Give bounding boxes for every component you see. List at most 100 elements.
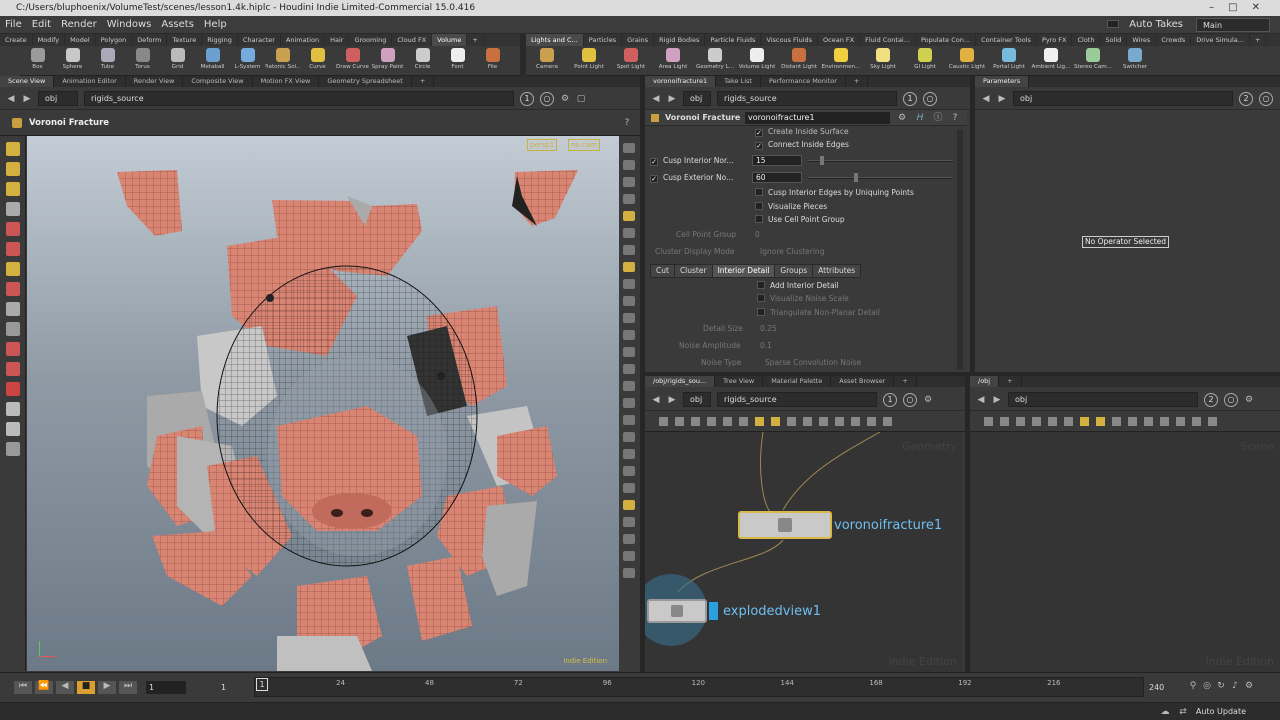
shelf-tab-populate-con[interactable]: Populate Con... xyxy=(916,34,977,46)
cluster-display-menu[interactable]: Ignore Clustering xyxy=(760,247,824,256)
subtab-cluster[interactable]: Cluster xyxy=(673,264,713,278)
network-tool-8-icon[interactable] xyxy=(787,417,796,426)
display-option-4-icon[interactable] xyxy=(623,211,635,221)
viewer-tab-animation-editor[interactable]: Animation Editor xyxy=(54,76,126,87)
network-tab-asset-browser[interactable]: Asset Browser xyxy=(831,376,895,387)
params-pin-icon[interactable]: ○ xyxy=(923,91,937,106)
shelf-tool-point-light[interactable]: Point Light xyxy=(568,46,610,75)
shelf-tab-rigid-bodies[interactable]: Rigid Bodies xyxy=(654,34,706,46)
network-tool-4-icon[interactable] xyxy=(723,417,732,426)
shelf-tab-particles[interactable]: Particles xyxy=(584,34,623,46)
network2-link-number[interactable]: 2 xyxy=(1204,392,1218,407)
viewer-options-icon[interactable]: ⚙ xyxy=(560,94,570,104)
network-tool-12-icon[interactable] xyxy=(851,417,860,426)
display-option-15-icon[interactable] xyxy=(623,398,635,408)
display-option-12-icon[interactable] xyxy=(623,347,635,357)
network2-editor[interactable]: Scene Indie Edition xyxy=(970,432,1280,672)
viewer-tool-15-icon[interactable] xyxy=(5,442,20,456)
network-tool-1-icon[interactable] xyxy=(675,417,684,426)
cusp-exterior-slider-handle[interactable] xyxy=(854,173,858,182)
audio-icon[interactable]: ♪ xyxy=(1230,681,1240,691)
cusp-interior-toggle[interactable]: ✓ Cusp Interior Nor... xyxy=(650,156,734,166)
display-option-10-icon[interactable] xyxy=(623,313,635,323)
shelf-tool-font[interactable]: Font xyxy=(440,46,475,75)
loop-icon[interactable]: ↻ xyxy=(1216,681,1226,691)
shelf-tool-grid[interactable]: Grid xyxy=(160,46,195,75)
shelf-tool-sky-light[interactable]: Sky Light xyxy=(862,46,904,75)
shelf-tool-tube[interactable]: Tube xyxy=(90,46,125,75)
shelf-tab-solid[interactable]: Solid xyxy=(1100,34,1128,46)
camera-menu[interactable]: persp1 xyxy=(527,139,558,151)
add-tab-icon[interactable]: + xyxy=(412,76,435,87)
network2-back-icon[interactable]: ◀ xyxy=(976,395,986,405)
network-tool-2-icon[interactable] xyxy=(1016,417,1025,426)
network2-forward-icon[interactable]: ▶ xyxy=(992,395,1002,405)
viewer-tab-geometry-spreadsheet[interactable]: Geometry Spreadsheet xyxy=(319,76,412,87)
menu-assets[interactable]: Assets xyxy=(156,16,199,34)
shelf-tool-volume-light[interactable]: Volume Light xyxy=(736,46,778,75)
shelf-tab-deform[interactable]: Deform xyxy=(132,34,168,46)
network-tool-11-icon[interactable] xyxy=(1160,417,1169,426)
shelf-tool-gi-light[interactable]: GI Light xyxy=(904,46,946,75)
subtab-attributes[interactable]: Attributes xyxy=(812,264,862,278)
cusp-exterior-field[interactable]: 60 xyxy=(752,172,802,183)
add-tab-icon[interactable]: + xyxy=(894,376,917,387)
network-tool-5-icon[interactable] xyxy=(739,417,748,426)
shelf-tab-container-tools[interactable]: Container Tools xyxy=(976,34,1037,46)
viewer-tool-2-icon[interactable] xyxy=(5,182,20,196)
detail-size-field[interactable]: 0.25 xyxy=(760,324,777,333)
network-path-node[interactable]: rigids_source xyxy=(717,392,877,407)
display-option-8-icon[interactable] xyxy=(623,279,635,289)
network-tool-0-icon[interactable] xyxy=(984,417,993,426)
menu-edit[interactable]: Edit xyxy=(27,16,56,34)
network-tool-11-icon[interactable] xyxy=(835,417,844,426)
cell-point-group-field[interactable]: 0 xyxy=(755,230,760,239)
network-tool-3-icon[interactable] xyxy=(707,417,716,426)
parameters-pin-icon[interactable]: ○ xyxy=(1259,91,1273,106)
viewer-tab-motion-fx-view[interactable]: Motion FX View xyxy=(253,76,320,87)
subtab-cut[interactable]: Cut xyxy=(650,264,675,278)
network-tool-6-icon[interactable] xyxy=(1080,417,1089,426)
shelf-tab-rigging[interactable]: Rigging xyxy=(202,34,238,46)
add-interior-detail-toggle[interactable]: Add Interior Detail xyxy=(757,281,839,290)
display-option-17-icon[interactable] xyxy=(623,432,635,442)
viewer-pin-icon[interactable]: ○ xyxy=(540,91,554,106)
network-tool-4-icon[interactable] xyxy=(1048,417,1057,426)
display-option-20-icon[interactable] xyxy=(623,483,635,493)
shelf-tab-polygon[interactable]: Polygon xyxy=(96,34,133,46)
params-forward-icon[interactable]: ▶ xyxy=(667,94,677,104)
network-tool-2-icon[interactable] xyxy=(691,417,700,426)
tab-parameters[interactable]: Parameters xyxy=(975,76,1030,87)
shelf-tool-circle[interactable]: Circle xyxy=(405,46,440,75)
shelf-tab-modify[interactable]: Modify xyxy=(33,34,66,46)
network-tool-13-icon[interactable] xyxy=(1192,417,1201,426)
shelf-tool-file[interactable]: File xyxy=(475,46,510,75)
params-path-root[interactable]: obj xyxy=(683,91,711,106)
noise-amp-field[interactable]: 0.1 xyxy=(760,341,772,350)
network-tool-7-icon[interactable] xyxy=(1096,417,1105,426)
jump-start-icon[interactable]: ⏮ xyxy=(14,681,32,694)
parameters-back-icon[interactable]: ◀ xyxy=(981,94,991,104)
shelf-tool-caustic-light[interactable]: Caustic Light xyxy=(946,46,988,75)
shelf-tab-cloud-fx[interactable]: Cloud FX xyxy=(392,34,433,46)
shelf-tab-drive-simula[interactable]: Drive Simula... xyxy=(1191,34,1250,46)
params-tab-take-list[interactable]: Take List xyxy=(716,76,761,87)
cusp-interior-field[interactable]: 15 xyxy=(752,155,802,166)
network-tab-obj-rigids-sou[interactable]: /obj/rigids_sou... xyxy=(645,376,716,387)
network-tool-9-icon[interactable] xyxy=(1128,417,1137,426)
subtab-groups[interactable]: Groups xyxy=(774,264,814,278)
network-tool-14-icon[interactable] xyxy=(1208,417,1217,426)
network-tool-13-icon[interactable] xyxy=(867,417,876,426)
params-info-icon[interactable]: ⓘ xyxy=(933,113,943,123)
node-voronoifracture1[interactable] xyxy=(738,511,832,539)
network-gear-icon[interactable]: ⚙ xyxy=(923,395,933,405)
shelf-tool-camera[interactable]: Camera xyxy=(526,46,568,75)
shelf-tool-spray-paint[interactable]: Spray Paint xyxy=(370,46,405,75)
scene-viewport[interactable]: persp1 no cam Indie Edition xyxy=(27,136,619,671)
shelf-tab-hair[interactable]: Hair xyxy=(325,34,350,46)
display-option-7-icon[interactable] xyxy=(623,262,635,272)
params-scrollbar[interactable] xyxy=(957,130,963,370)
network-link-number[interactable]: 1 xyxy=(883,392,897,407)
network-forward-icon[interactable]: ▶ xyxy=(667,395,677,405)
create-inside-surface-toggle[interactable]: ✓ Create Inside Surface xyxy=(755,127,849,137)
